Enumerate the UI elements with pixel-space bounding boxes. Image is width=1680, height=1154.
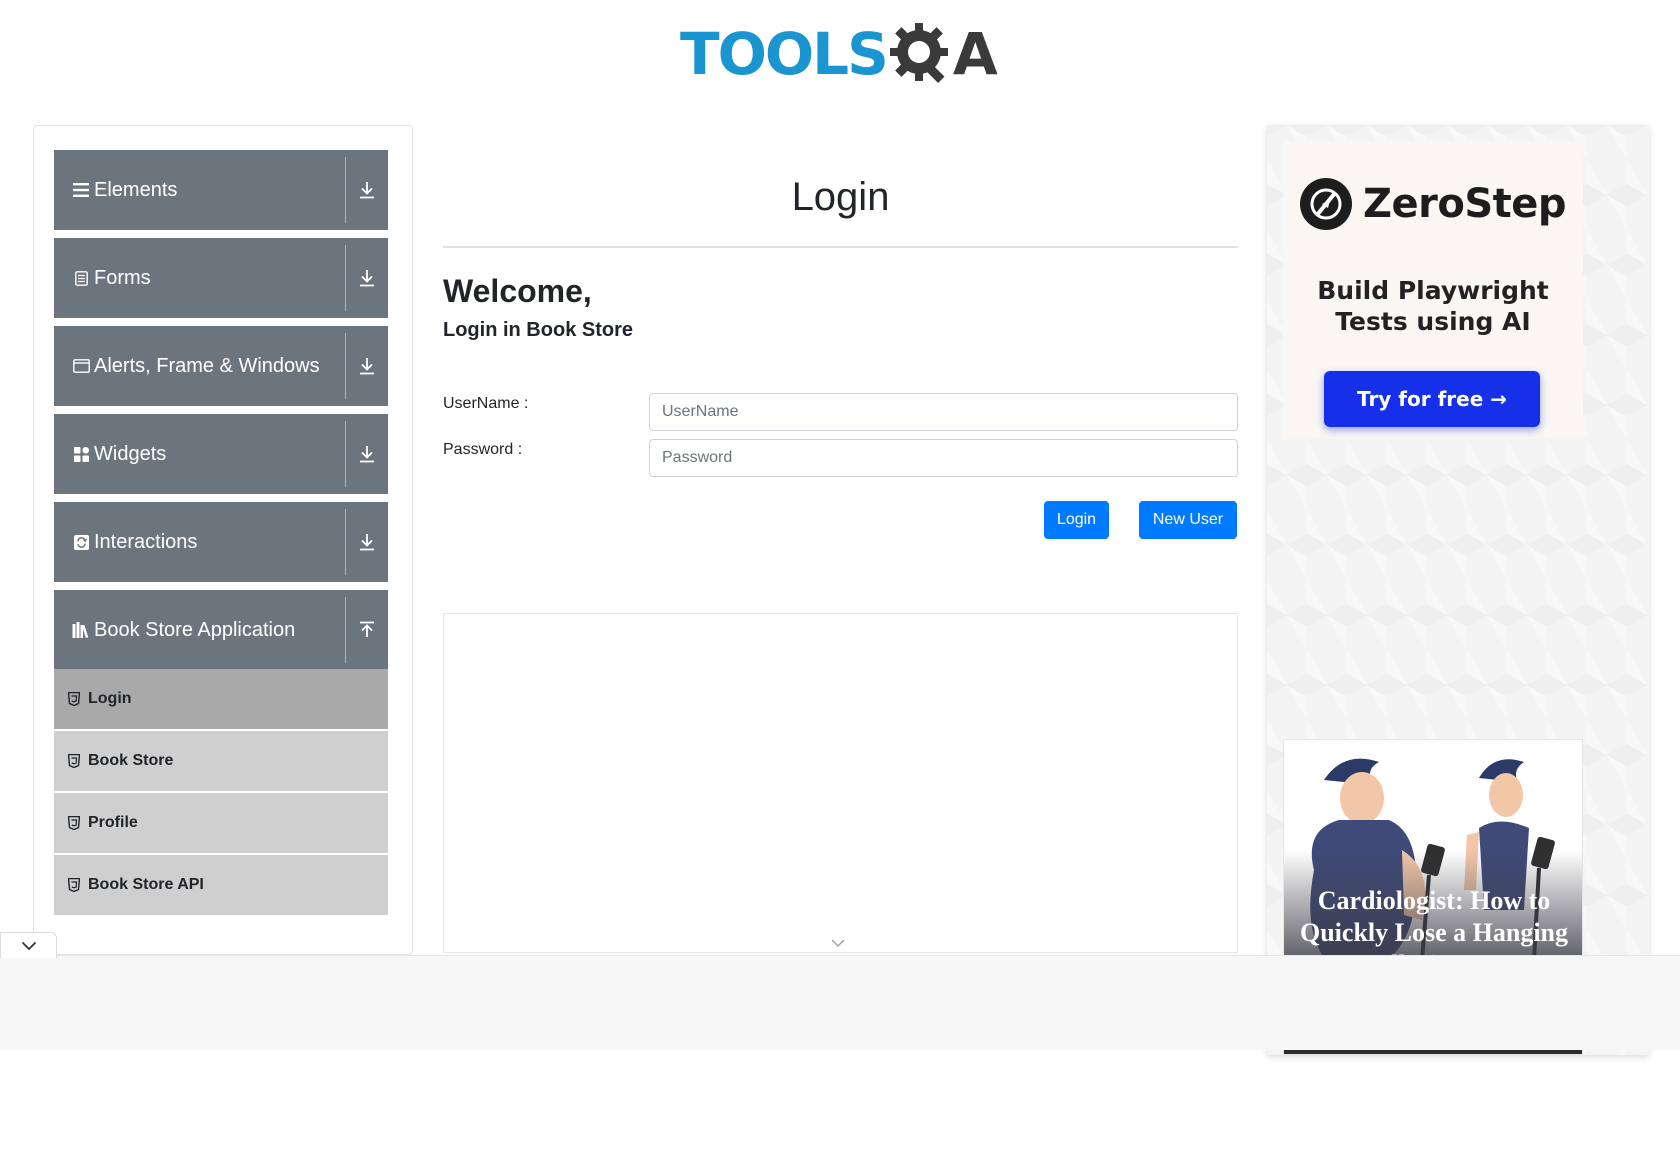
- sidebar-item-label: Login: [88, 690, 132, 707]
- username-label: UserName :: [443, 395, 529, 412]
- hamburger-icon: [72, 183, 90, 197]
- site-header: TOOLS A: [0, 0, 1680, 110]
- window-icon: [72, 359, 90, 373]
- html5-icon: [68, 878, 82, 892]
- download-arrow-icon[interactable]: [346, 269, 388, 287]
- sidebar-item-login[interactable]: Login: [54, 669, 388, 731]
- sidebar-item-label: Profile: [88, 814, 138, 831]
- zerostep-tagline-line1: Build Playwright: [1317, 276, 1549, 305]
- html5-icon: [68, 816, 82, 830]
- zerostep-name: ZeroStep: [1363, 181, 1567, 227]
- html5-icon: [68, 754, 82, 768]
- upload-arrow-icon[interactable]: [346, 621, 388, 639]
- gear-icon: [889, 23, 948, 83]
- sidebar: Elements Forms Alerts, Frame & Windows W…: [33, 125, 413, 955]
- new-user-button[interactable]: New User: [1139, 501, 1237, 539]
- html5-icon: [68, 692, 82, 706]
- document-icon: [72, 270, 90, 286]
- sidebar-group-book-store-application[interactable]: Book Store Application: [54, 590, 388, 670]
- zerostep-tagline: Build Playwright Tests using AI: [1283, 275, 1583, 337]
- sidebar-item-label: Book Store API: [88, 876, 204, 893]
- sidebar-group-forms[interactable]: Forms: [54, 238, 388, 318]
- download-arrow-icon[interactable]: [346, 357, 388, 375]
- sidebar-group-label: Book Store Application: [94, 618, 296, 641]
- try-for-free-button[interactable]: Try for free →: [1324, 371, 1540, 427]
- zerostep-brand: ZeroStep: [1299, 177, 1567, 231]
- zerostep-ad[interactable]: ZeroStep Build Playwright Tests using AI…: [1283, 141, 1583, 439]
- welcome-heading: Welcome,: [443, 273, 592, 309]
- widgets-icon: [72, 446, 90, 462]
- zerostep-tagline-line2: Tests using AI: [1335, 307, 1531, 336]
- sidebar-group-label: Interactions: [94, 530, 198, 553]
- toolsqa-logo[interactable]: TOOLS A: [680, 14, 1004, 94]
- sidebar-group-widgets[interactable]: Widgets: [54, 414, 388, 494]
- zerostep-logo-icon: [1300, 178, 1352, 230]
- chevron-down-icon: [21, 941, 36, 950]
- sidebar-group-interactions[interactable]: Interactions: [54, 502, 388, 582]
- login-subtitle: Login in Book Store: [443, 319, 633, 341]
- sidebar-item-book-store-api[interactable]: Book Store API: [54, 855, 388, 917]
- divider: [443, 246, 1238, 248]
- sidebar-item-book-store[interactable]: Book Store: [54, 731, 388, 793]
- sidebar-group-elements[interactable]: Elements: [54, 150, 388, 230]
- chevron-down-icon[interactable]: [831, 939, 845, 947]
- sidebar-group-label: Elements: [94, 178, 178, 201]
- page-title: Login: [791, 175, 890, 219]
- sidebar-item-profile[interactable]: Profile: [54, 793, 388, 855]
- password-label: Password :: [443, 441, 523, 458]
- refresh-icon: [72, 534, 90, 550]
- login-button[interactable]: Login: [1044, 501, 1109, 539]
- collapse-banner-button[interactable]: [0, 932, 57, 958]
- logo-tools-text: TOOLS: [680, 20, 889, 88]
- download-arrow-icon[interactable]: [346, 181, 388, 199]
- sidebar-group-label: Widgets: [94, 442, 167, 465]
- sidebar-group-label: Alerts, Frame & Windows: [94, 354, 320, 377]
- ad-column: ZeroStep Build Playwright Tests using AI…: [1267, 125, 1649, 1055]
- download-arrow-icon[interactable]: [346, 533, 388, 551]
- password-input[interactable]: [649, 439, 1238, 477]
- download-arrow-icon[interactable]: [346, 445, 388, 463]
- bottom-ad-banner: [0, 955, 1680, 1050]
- username-input[interactable]: [649, 393, 1238, 431]
- sidebar-group-alerts[interactable]: Alerts, Frame & Windows: [54, 326, 388, 406]
- books-icon: [72, 622, 90, 638]
- output-panel: [443, 613, 1238, 953]
- sidebar-group-label: Forms: [94, 266, 151, 289]
- logo-a-text: A: [952, 20, 998, 88]
- sidebar-item-label: Book Store: [88, 752, 174, 769]
- book-store-submenu: Login Book Store Profile Book Store API: [54, 669, 388, 917]
